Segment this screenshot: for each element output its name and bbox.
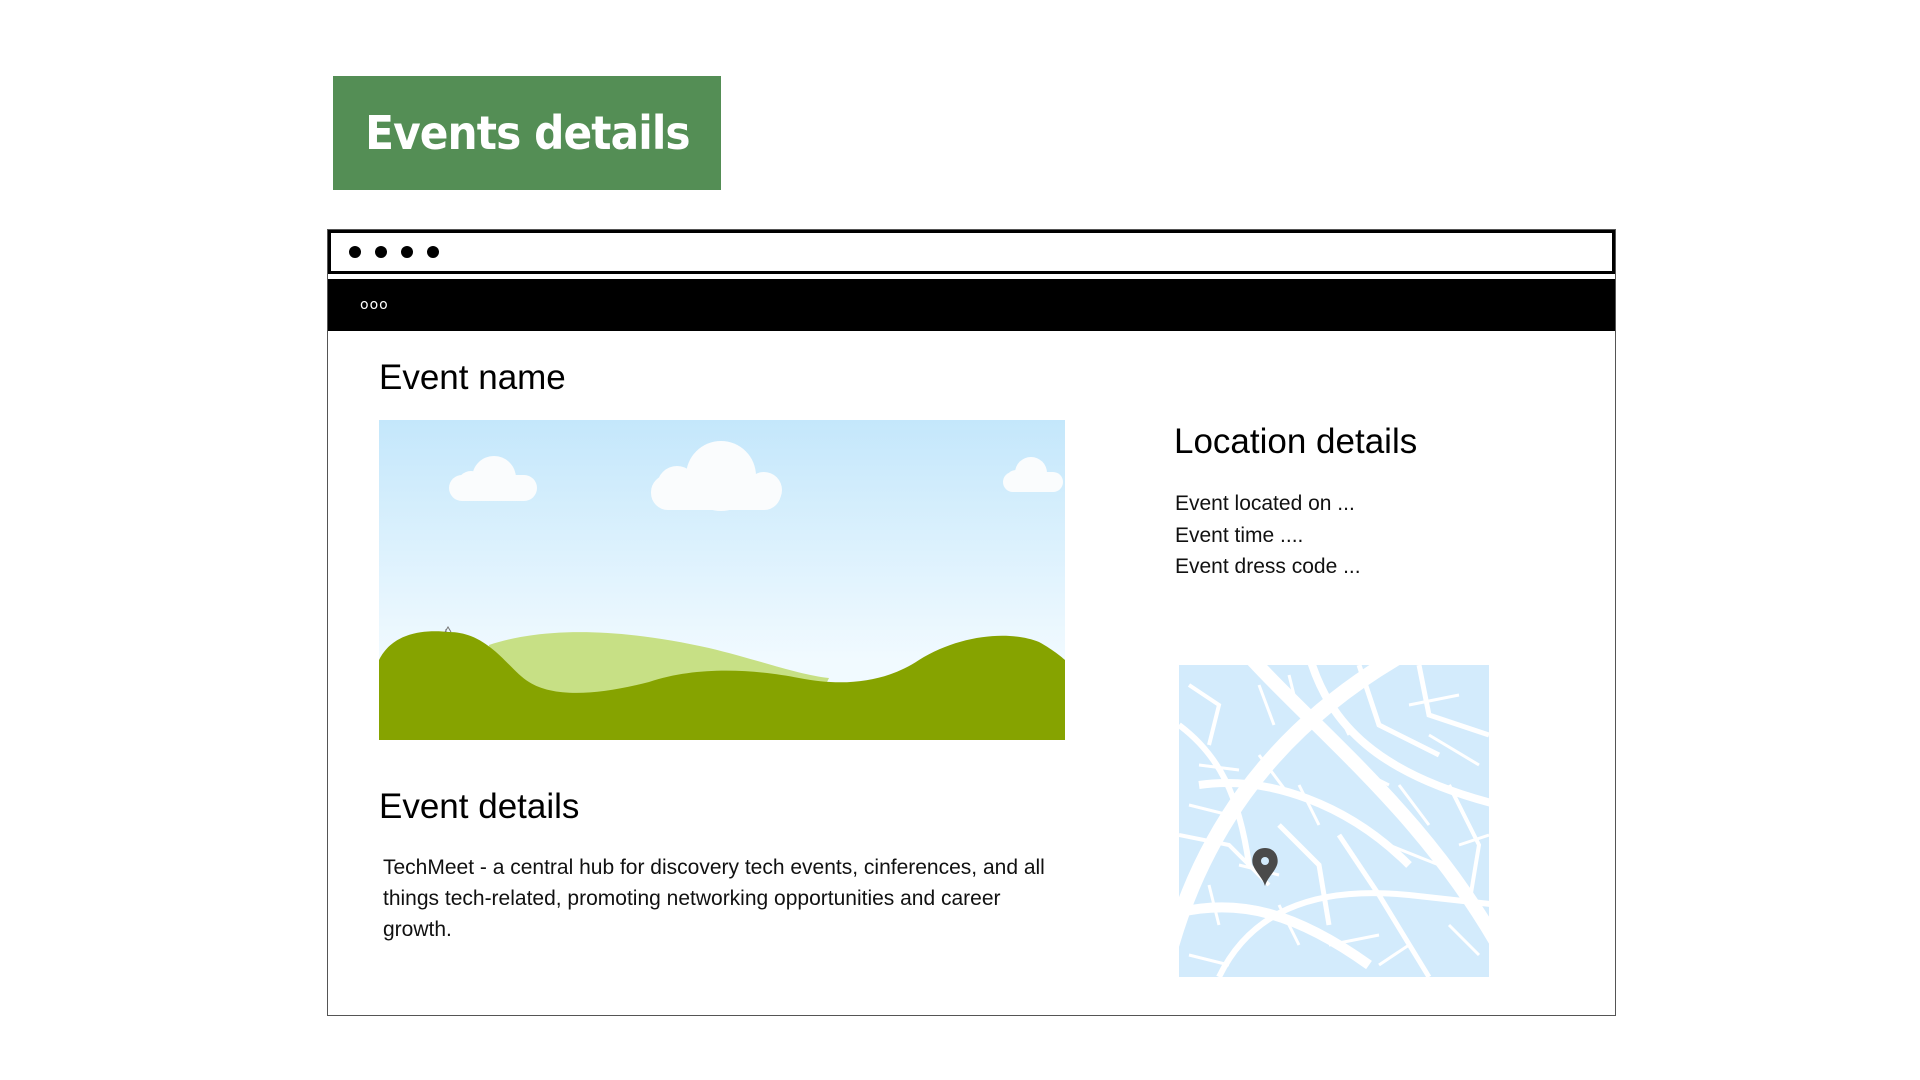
event-description: TechMeet - a central hub for discovery t… xyxy=(383,856,1045,941)
browser-window: ooo Event name Event details TechMeet - … xyxy=(327,229,1616,1016)
event-details-heading: Event details xyxy=(379,787,580,826)
location-line: Event located on ... xyxy=(1175,492,1355,515)
event-name-heading: Event name xyxy=(379,358,566,397)
window-dot-icon xyxy=(401,246,413,258)
event-image xyxy=(379,420,1065,740)
nav-menu-button[interactable]: ooo xyxy=(360,297,389,313)
page-title: Events details xyxy=(364,106,691,160)
location-line: Event time .... xyxy=(1175,523,1304,547)
nav-bar: ooo xyxy=(328,279,1615,331)
location-map[interactable] xyxy=(1179,665,1489,977)
window-dot-icon xyxy=(427,246,439,258)
window-dot-icon xyxy=(349,246,361,258)
page: Events details ooo Event name Event deta… xyxy=(0,0,1920,1080)
page-title-badge: Events details xyxy=(333,76,721,190)
map-graphic xyxy=(1179,665,1489,977)
location-details-list: Event located on ... Event time .... Eve… xyxy=(1175,488,1361,583)
location-details-heading: Location details xyxy=(1174,422,1418,461)
location-line: Event dress code ... xyxy=(1175,555,1361,578)
browser-address-bar xyxy=(328,230,1615,274)
window-dot-icon xyxy=(375,246,387,258)
landscape-illustration xyxy=(379,420,1065,740)
